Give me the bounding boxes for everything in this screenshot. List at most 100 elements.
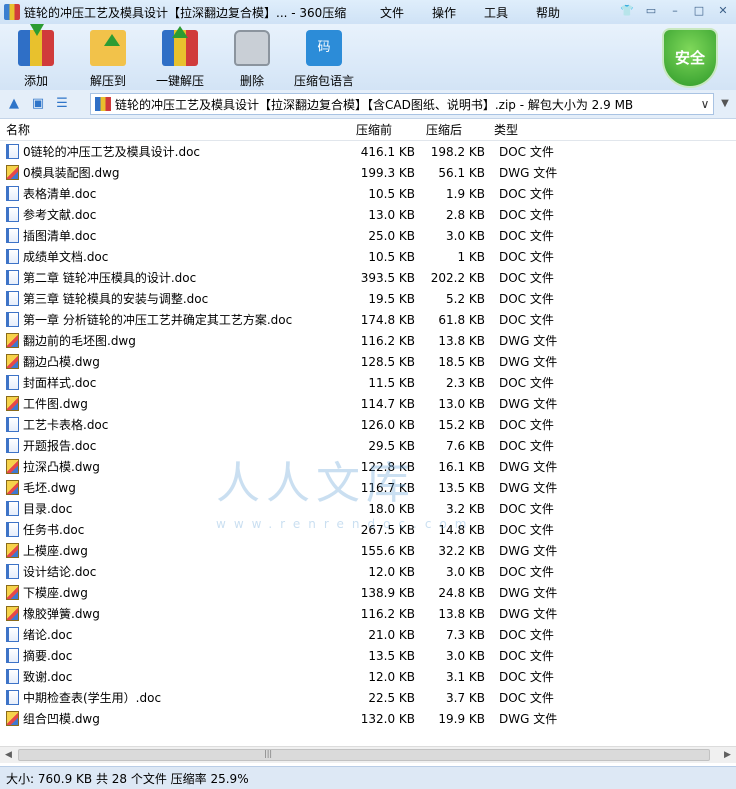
column-packed-size[interactable]: 压缩后 (424, 121, 494, 138)
file-name: 毛坯.dwg (23, 481, 76, 495)
up-arrow-icon[interactable]: ▲ (4, 94, 24, 114)
scroll-thumb[interactable] (18, 749, 710, 761)
list-view-icon[interactable]: ☰ (52, 94, 72, 114)
menu-operate[interactable]: 操作 (418, 4, 470, 21)
packed-size: 56.1 KB (438, 165, 485, 180)
file-row[interactable]: 翻边凸模.dwg 128.5 KB 18.5 KB DWG 文件 (0, 351, 736, 372)
file-row[interactable]: 中期检查表(学生用）.doc 22.5 KB 3.7 KB DOC 文件 (0, 687, 736, 708)
file-rows: 0链轮的冲压工艺及模具设计.doc 416.1 KB 198.2 KB DOC 文件 0… (0, 141, 736, 729)
file-row[interactable]: 工件图.dwg 114.7 KB 13.0 KB DWG 文件 (0, 393, 736, 414)
file-row[interactable]: 插图清单.doc 25.0 KB 3.0 KB DOC 文件 (0, 225, 736, 246)
file-row[interactable]: 0模具装配图.dwg 199.3 KB 56.1 KB DWG 文件 (0, 162, 736, 183)
file-row[interactable]: 摘要.doc 13.5 KB 3.0 KB DOC 文件 (0, 645, 736, 666)
packed-size: 3.0 KB (446, 564, 485, 579)
file-name: 0模具装配图.dwg (23, 166, 120, 180)
skin-icon[interactable]: 👕 (616, 2, 638, 20)
address-field[interactable]: 链轮的冲压工艺及模具设计【拉深翻边复合模】【含CAD图纸、说明书】.zip - … (90, 93, 714, 115)
menu-help[interactable]: 帮助 (522, 4, 574, 21)
file-row[interactable]: 开题报告.doc 29.5 KB 7.6 KB DOC 文件 (0, 435, 736, 456)
add-button[interactable]: 添加 (0, 24, 72, 90)
file-name-cell: 0模具装配图.dwg (0, 164, 354, 181)
file-row[interactable]: 目录.doc 18.0 KB 3.2 KB DOC 文件 (0, 498, 736, 519)
file-type: DOC 文件 (499, 292, 554, 306)
file-name: 第三章 链轮模具的安装与调整.doc (23, 292, 209, 306)
security-shield-badge[interactable]: 安全 (662, 28, 718, 88)
packed-size: 3.0 KB (446, 648, 485, 663)
file-row[interactable]: 橡胶弹簧.dwg 116.2 KB 13.8 KB DWG 文件 (0, 603, 736, 624)
packed-size: 13.8 KB (438, 333, 485, 348)
file-name-cell: 上模座.dwg (0, 542, 354, 559)
file-row[interactable]: 第一章 分析链轮的冲压工艺并确定其工艺方案.doc 174.8 KB 61.8 KB… (0, 309, 736, 330)
close-icon[interactable]: ✕ (712, 2, 734, 20)
file-row[interactable]: 第三章 链轮模具的安装与调整.doc 19.5 KB 5.2 KB DOC 文件 (0, 288, 736, 309)
file-type: DOC 文件 (499, 691, 554, 705)
file-row[interactable]: 致谢.doc 12.0 KB 3.1 KB DOC 文件 (0, 666, 736, 687)
dwg-file-icon (6, 543, 19, 558)
file-row[interactable]: 绪论.doc 21.0 KB 7.3 KB DOC 文件 (0, 624, 736, 645)
menu-file[interactable]: 文件 (366, 4, 418, 21)
original-size: 12.0 KB (368, 564, 415, 579)
file-row[interactable]: 任务书.doc 267.5 KB 14.8 KB DOC 文件 (0, 519, 736, 540)
column-name[interactable]: 名称 (0, 121, 354, 138)
file-name: 开题报告.doc (23, 439, 97, 453)
doc-file-icon (6, 228, 19, 243)
original-size: 10.5 KB (368, 249, 415, 264)
file-name-cell: 表格清单.doc (0, 185, 354, 202)
file-row[interactable]: 毛坯.dwg 116.7 KB 13.5 KB DWG 文件 (0, 477, 736, 498)
file-row[interactable]: 参考文献.doc 13.0 KB 2.8 KB DOC 文件 (0, 204, 736, 225)
doc-file-icon (6, 312, 19, 327)
file-name: 任务书.doc (23, 523, 85, 537)
file-type: DOC 文件 (499, 313, 554, 327)
menu-tools[interactable]: 工具 (470, 4, 522, 21)
scroll-left-icon[interactable]: ◀ (0, 747, 17, 763)
doc-file-icon (6, 186, 19, 201)
file-type: DWG 文件 (499, 586, 558, 600)
file-row[interactable]: 第二章 链轮冲压模具的设计.doc 393.5 KB 202.2 KB DOC 文件 (0, 267, 736, 288)
file-row[interactable]: 组合凹模.dwg 132.0 KB 19.9 KB DWG 文件 (0, 708, 736, 729)
column-type[interactable]: 类型 (494, 121, 574, 138)
file-type: DOC 文件 (499, 439, 554, 453)
file-name-cell: 参考文献.doc (0, 206, 354, 223)
archive-language-label: 压缩包语言 (293, 74, 354, 88)
minimize-icon[interactable]: – (664, 2, 686, 20)
file-name: 表格清单.doc (23, 187, 97, 201)
maximize-icon[interactable]: □ (688, 2, 710, 20)
original-size: 22.5 KB (368, 690, 415, 705)
doc-file-icon (6, 144, 19, 159)
file-row[interactable]: 封面样式.doc 11.5 KB 2.3 KB DOC 文件 (0, 372, 736, 393)
delete-button[interactable]: 删除 (216, 24, 288, 90)
file-name: 插图清单.doc (23, 229, 97, 243)
file-name-cell: 绪论.doc (0, 626, 354, 643)
file-name-cell: 插图清单.doc (0, 227, 354, 244)
scroll-right-icon[interactable]: ▶ (719, 747, 736, 763)
thumbnail-view-icon[interactable]: ▣ (28, 94, 48, 114)
horizontal-scrollbar[interactable]: ◀ ||| ▶ (0, 746, 736, 763)
file-type: DWG 文件 (499, 460, 558, 474)
file-row[interactable]: 设计结论.doc 12.0 KB 3.0 KB DOC 文件 (0, 561, 736, 582)
file-name: 橡胶弹簧.dwg (23, 607, 100, 621)
packed-size: 24.8 KB (438, 585, 485, 600)
archive-language-button[interactable]: 码 压缩包语言 (288, 24, 360, 90)
original-size: 13.0 KB (368, 207, 415, 222)
file-row[interactable]: 工艺卡表格.doc 126.0 KB 15.2 KB DOC 文件 (0, 414, 736, 435)
file-row[interactable]: 上模座.dwg 155.6 KB 32.2 KB DWG 文件 (0, 540, 736, 561)
doc-file-icon (6, 249, 19, 264)
file-row[interactable]: 成绩单文档.doc 10.5 KB 1 KB DOC 文件 (0, 246, 736, 267)
column-original-size[interactable]: 压缩前 (354, 121, 424, 138)
chevron-down-icon[interactable]: ∨ (697, 97, 713, 111)
file-row[interactable]: 翻边前的毛坯图.dwg 116.2 KB 13.8 KB DWG 文件 (0, 330, 736, 351)
dropdown-arrow-icon[interactable]: ▼ (716, 93, 734, 115)
file-row[interactable]: 表格清单.doc 10.5 KB 1.9 KB DOC 文件 (0, 183, 736, 204)
file-row[interactable]: 下模座.dwg 138.9 KB 24.8 KB DWG 文件 (0, 582, 736, 603)
doc-file-icon (6, 669, 19, 684)
one-key-extract-button[interactable]: 一键解压 (144, 24, 216, 90)
packed-size: 3.2 KB (446, 501, 485, 516)
file-row[interactable]: 拉深凸模.dwg 122.8 KB 16.1 KB DWG 文件 (0, 456, 736, 477)
menu-icon[interactable]: ▭ (640, 2, 662, 20)
extract-to-button[interactable]: 解压到 (72, 24, 144, 90)
file-type: DOC 文件 (499, 229, 554, 243)
doc-file-icon (6, 522, 19, 537)
file-name-cell: 拉深凸模.dwg (0, 458, 354, 475)
file-row[interactable]: 0链轮的冲压工艺及模具设计.doc 416.1 KB 198.2 KB DOC 文件 (0, 141, 736, 162)
file-type: DWG 文件 (499, 481, 558, 495)
